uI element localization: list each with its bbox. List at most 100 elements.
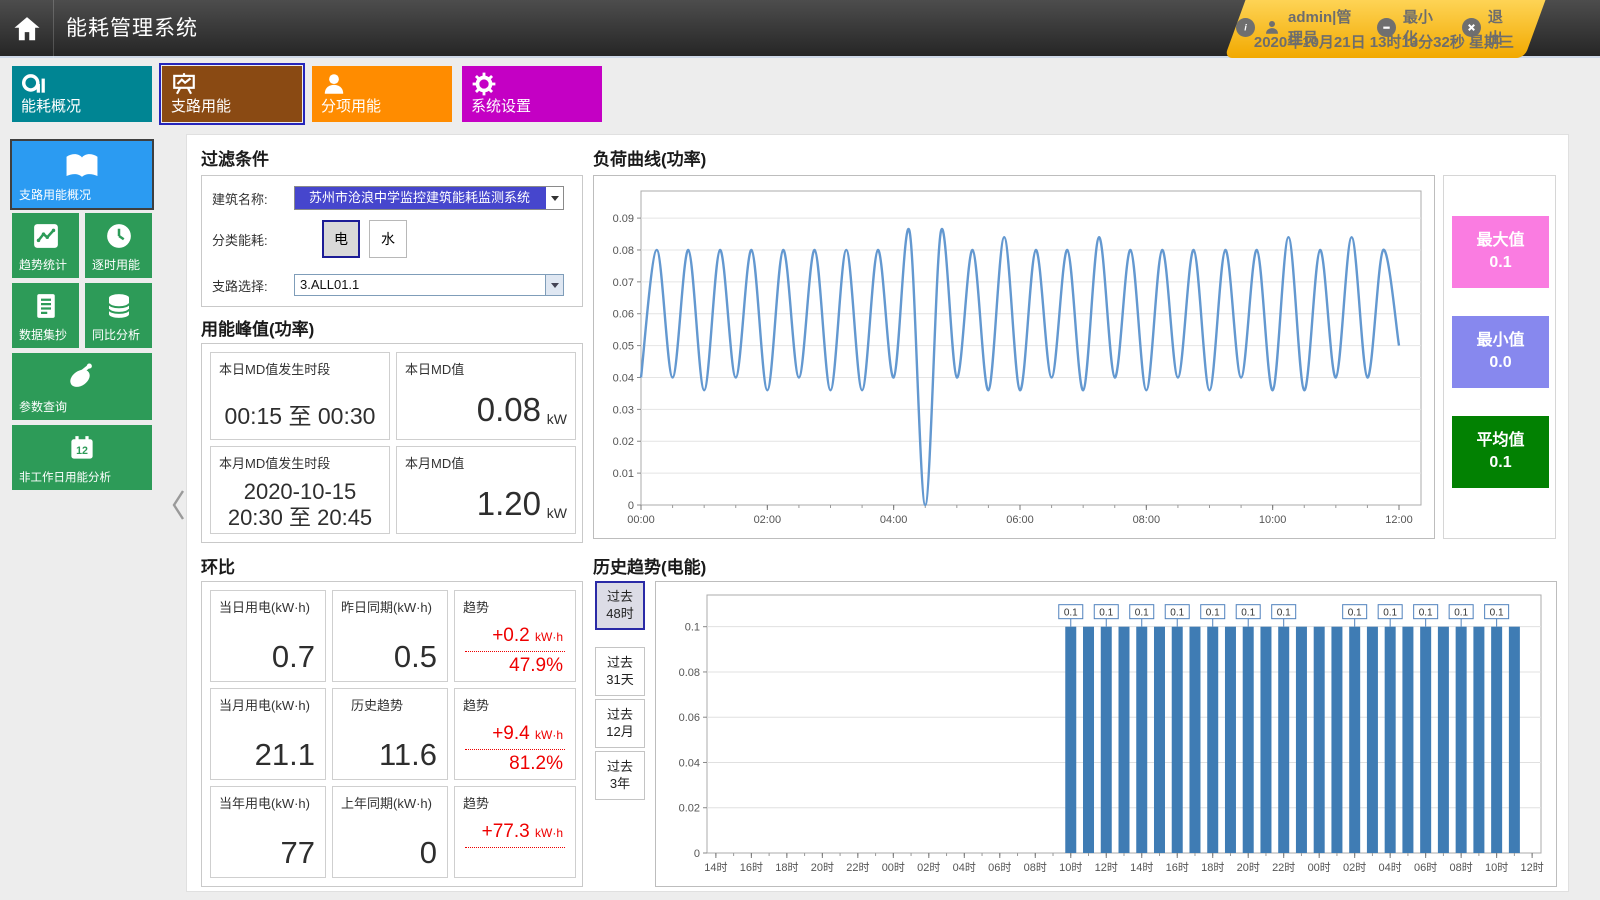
calendar-icon: 12	[12, 433, 152, 463]
sidebar-item-yoy-analysis[interactable]: 同比分析	[85, 283, 152, 348]
huanbi-box: 当日用电(kW·h) 0.7 昨日同期(kW·h) 0.5 趋势 +0.2 kW…	[201, 581, 583, 887]
home-icon	[12, 14, 42, 44]
svg-text:00时: 00时	[1308, 861, 1331, 874]
nav-label: 能耗概况	[21, 95, 81, 116]
svg-text:0.1: 0.1	[1206, 608, 1220, 619]
svg-text:18时: 18时	[1201, 861, 1224, 874]
database-icon	[85, 291, 152, 321]
svg-text:0.05: 0.05	[613, 341, 634, 353]
load-curve-panel: 00.010.020.030.040.050.060.070.080.0900:…	[593, 175, 1435, 539]
collapse-sidebar-chevron-icon[interactable]	[170, 488, 186, 527]
svg-text:10时: 10时	[1485, 861, 1508, 874]
svg-text:12:00: 12:00	[1385, 514, 1413, 526]
nav-label: 系统设置	[471, 95, 531, 116]
svg-text:16时: 16时	[740, 861, 763, 874]
datetime-text: 2020年10月21日 13时13分32秒 星期三	[1236, 31, 1536, 52]
nav-energy-overview[interactable]: 能耗概况	[12, 66, 152, 122]
min-value-badge: 最小值 0.0	[1452, 316, 1549, 388]
sidebar-item-label: 非工作日用能分析	[19, 469, 111, 485]
filter-section-title: 过滤条件	[201, 145, 269, 170]
svg-text:14时: 14时	[1130, 861, 1153, 874]
sidebar-item-data-collection[interactable]: 数据集抄	[12, 283, 79, 348]
svg-text:10时: 10时	[1059, 861, 1082, 874]
satellite-dish-icon	[12, 361, 152, 393]
svg-text:04时: 04时	[953, 861, 976, 874]
trend-chart-icon	[12, 221, 79, 251]
svg-text:0.08: 0.08	[679, 667, 700, 679]
peak-month-md-unit: kW	[547, 505, 567, 521]
svg-text:0.1: 0.1	[1135, 608, 1149, 619]
nav-label: 分项用能	[321, 95, 381, 116]
avg-value: 0.1	[1489, 452, 1511, 474]
sidebar-item-branch-overview[interactable]: 支路用能概况	[12, 141, 152, 208]
history-chart-panel: 00.020.040.060.080.114时16时18时20时22时00时02…	[655, 581, 1557, 887]
sidebar-item-hourly-energy[interactable]: 逐时用能	[85, 213, 152, 278]
svg-text:0.09: 0.09	[613, 213, 634, 225]
svg-text:0.1: 0.1	[1383, 608, 1397, 619]
huanbi-cell: 历史趋势 11.6	[332, 688, 448, 780]
svg-text:00:00: 00:00	[627, 514, 655, 526]
svg-text:0: 0	[628, 500, 634, 512]
filter-box: 建筑名称: 苏州市沧浪中学监控建筑能耗监测系统 分类能耗: 电 水 支路选择: …	[201, 175, 583, 307]
sidebar-item-label: 趋势统计	[19, 256, 67, 273]
building-select[interactable]: 苏州市沧浪中学监控建筑能耗监测系统	[294, 186, 564, 210]
book-icon	[12, 149, 152, 183]
category-water-button[interactable]: 水	[369, 220, 407, 258]
range-12m-button[interactable]: 过去12月	[595, 699, 645, 748]
branch-select[interactable]: 3.ALL01.1	[294, 274, 564, 296]
huanbi-section-title: 环比	[201, 553, 235, 578]
svg-text:06时: 06时	[1414, 861, 1437, 874]
svg-text:0.1: 0.1	[1490, 608, 1504, 619]
sidebar-item-label: 逐时用能	[92, 256, 140, 273]
clock-icon	[85, 221, 152, 251]
svg-text:0.1: 0.1	[1454, 608, 1468, 619]
huanbi-trend-cell: 趋势 +0.2 kW·h 47.9%	[454, 590, 576, 682]
home-button[interactable]	[0, 0, 54, 58]
branch-select-value: 3.ALL01.1	[295, 275, 545, 295]
load-curve-title: 负荷曲线(功率)	[593, 145, 706, 170]
category-electric-button[interactable]: 电	[322, 220, 360, 258]
nav-label: 支路用能	[171, 95, 231, 116]
svg-text:0.01: 0.01	[613, 468, 634, 480]
avg-value-badge: 平均值 0.1	[1452, 416, 1549, 488]
min-value: 0.0	[1489, 352, 1511, 374]
sidebar-item-label: 同比分析	[92, 326, 140, 343]
history-trend-title: 历史趋势(电能)	[593, 553, 706, 578]
chevron-down-icon[interactable]	[546, 187, 563, 209]
svg-text:0.1: 0.1	[685, 622, 700, 634]
svg-text:0.1: 0.1	[1064, 608, 1078, 619]
range-3y-button[interactable]: 过去3年	[595, 751, 645, 800]
huanbi-cell: 当月用电(kW·h) 21.1	[210, 688, 326, 780]
branch-select-label: 支路选择:	[212, 276, 294, 295]
svg-text:0.04: 0.04	[613, 372, 634, 384]
svg-text:08:00: 08:00	[1133, 514, 1161, 526]
range-48h-button[interactable]: 过去48时	[595, 581, 645, 630]
svg-text:0.04: 0.04	[679, 757, 700, 769]
peak-month-md-value: 1.20	[477, 485, 541, 523]
svg-text:0.1: 0.1	[1419, 608, 1433, 619]
svg-text:0.07: 0.07	[613, 277, 634, 289]
chevron-down-icon[interactable]	[545, 275, 563, 295]
svg-text:04时: 04时	[1379, 861, 1402, 874]
svg-text:16时: 16时	[1166, 861, 1189, 874]
nav-subitem-energy[interactable]: 分项用能	[312, 66, 452, 122]
svg-text:0.1: 0.1	[1277, 608, 1291, 619]
svg-text:10:00: 10:00	[1259, 514, 1287, 526]
building-name-label: 建筑名称:	[212, 189, 294, 208]
svg-text:0.06: 0.06	[679, 712, 700, 724]
svg-text:0.1: 0.1	[1099, 608, 1113, 619]
nav-branch-energy[interactable]: 支路用能	[162, 66, 302, 122]
peak-cell-month-md: 本月MD值 1.20 kW	[396, 446, 576, 534]
sidebar-item-nonworkday-analysis[interactable]: 12 非工作日用能分析	[12, 425, 152, 490]
nav-system-settings[interactable]: 系统设置	[462, 66, 602, 122]
svg-text:20时: 20时	[811, 861, 834, 874]
max-value-badge: 最大值 0.1	[1452, 216, 1549, 288]
peak-cell-today-md: 本日MD值 0.08 kW	[396, 352, 576, 440]
max-value: 0.1	[1489, 252, 1511, 274]
sidebar-item-trend-stats[interactable]: 趋势统计	[12, 213, 79, 278]
svg-text:04:00: 04:00	[880, 514, 908, 526]
sidebar-item-parameter-query[interactable]: 参数查询	[12, 353, 152, 420]
peak-cell-month-period: 本月MD值发生时段 2020-10-15 20:30 至 20:45	[210, 446, 390, 534]
range-31d-button[interactable]: 过去31天	[595, 647, 645, 696]
document-icon	[12, 291, 79, 321]
